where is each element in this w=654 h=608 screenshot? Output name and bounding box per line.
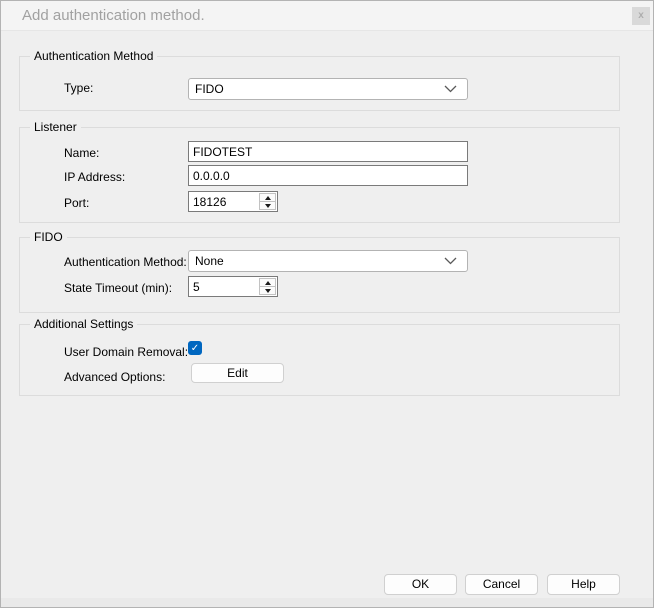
type-label: Type: (64, 81, 94, 95)
additional-settings-group: Additional Settings User Domain Removal:… (19, 317, 620, 396)
ok-button[interactable]: OK (384, 574, 457, 595)
advanced-options-label: Advanced Options: (64, 370, 166, 384)
up-arrow-icon (264, 195, 271, 200)
down-arrow-icon (264, 288, 271, 293)
group-title-listener: Listener (30, 120, 81, 134)
chevron-down-icon (444, 85, 457, 93)
name-input[interactable] (188, 141, 468, 162)
close-icon: x (638, 10, 644, 21)
ip-address-input[interactable] (188, 165, 468, 186)
group-title-fido: FIDO (30, 230, 67, 244)
port-label: Port: (64, 196, 90, 210)
authentication-method-label: Authentication Method: (64, 255, 187, 269)
help-button[interactable]: Help (547, 574, 620, 595)
dialog-title: Add authentication method. (22, 7, 205, 24)
type-combobox-value: FIDO (195, 82, 224, 96)
authentication-method-combobox-value: None (195, 254, 224, 268)
port-spinner[interactable] (188, 191, 278, 212)
listener-group: Listener Name: IP Address: Port: (19, 120, 620, 223)
name-label: Name: (64, 146, 100, 160)
state-timeout-input[interactable] (189, 277, 258, 296)
ip-address-label: IP Address: (64, 170, 126, 184)
state-timeout-spin-down-button[interactable] (260, 286, 275, 294)
user-domain-removal-label: User Domain Removal: (64, 345, 189, 359)
titlebar: Add authentication method. x (1, 1, 653, 31)
fido-group: FIDO Authentication Method: None State T… (19, 230, 620, 313)
user-domain-removal-checkbox[interactable]: ✓ (188, 341, 202, 355)
close-button[interactable]: x (632, 7, 650, 25)
authentication-method-combobox[interactable]: None (188, 250, 468, 272)
port-input[interactable] (189, 192, 258, 211)
window-bottom-edge (1, 598, 653, 607)
group-title-additional-settings: Additional Settings (30, 317, 138, 331)
chevron-down-icon (444, 257, 457, 265)
authentication-method-group: Authentication Method Type: FIDO (19, 49, 620, 111)
down-arrow-icon (264, 203, 271, 208)
up-arrow-icon (264, 280, 271, 285)
check-icon: ✓ (190, 343, 200, 354)
group-title-authentication-method: Authentication Method (30, 49, 158, 63)
port-spin-buttons (259, 193, 276, 210)
state-timeout-label: State Timeout (min): (64, 281, 173, 295)
add-authentication-method-dialog: Add authentication method. x Authenticat… (0, 0, 654, 608)
port-spin-down-button[interactable] (260, 201, 275, 209)
state-timeout-spinner[interactable] (188, 276, 278, 297)
state-timeout-spin-buttons (259, 278, 276, 295)
edit-button[interactable]: Edit (191, 363, 284, 383)
port-spin-up-button[interactable] (260, 194, 275, 201)
type-combobox[interactable]: FIDO (188, 78, 468, 100)
state-timeout-spin-up-button[interactable] (260, 279, 275, 286)
cancel-button[interactable]: Cancel (465, 574, 538, 595)
